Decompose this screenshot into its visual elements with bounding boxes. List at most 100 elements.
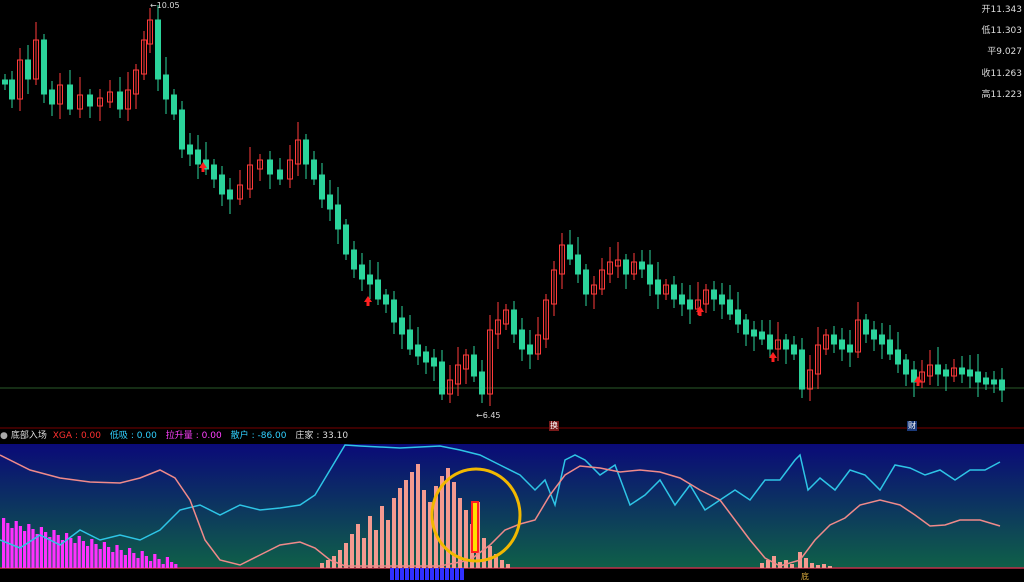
main-force-bar xyxy=(392,498,396,568)
lift-volume-bar xyxy=(39,527,43,568)
main-force-bar xyxy=(326,560,330,568)
candle-body xyxy=(839,339,845,350)
low-value: 11.303 xyxy=(990,26,1023,36)
candle-body xyxy=(511,309,517,335)
candle-body xyxy=(671,284,677,300)
lift-volume-bar xyxy=(98,549,102,568)
lift-volume-bar xyxy=(35,534,39,568)
main-force-bar xyxy=(386,520,390,568)
low-buy-bar xyxy=(405,568,409,580)
indicator-toggle-icon[interactable]: ● xyxy=(0,431,8,441)
low-buy-bar xyxy=(430,568,434,580)
candle-body xyxy=(751,329,757,337)
lift-volume-bar xyxy=(170,562,174,568)
lift-volume-bar xyxy=(136,558,140,568)
candle-body xyxy=(399,317,405,335)
lift-volume-bar xyxy=(6,523,10,568)
candle-body xyxy=(767,334,773,350)
candle-body xyxy=(687,299,693,310)
low-annotation: ←6.45 xyxy=(476,411,501,420)
candle-body xyxy=(25,59,31,80)
candle-body xyxy=(303,139,309,165)
candle-body xyxy=(327,194,333,210)
candle-body xyxy=(639,261,645,270)
candle-body xyxy=(975,371,981,383)
candle-body xyxy=(351,249,357,270)
candle-body xyxy=(367,274,373,285)
lift-volume-bar xyxy=(56,535,60,568)
lift-volume-bar xyxy=(119,550,123,568)
low-buy-bar xyxy=(455,568,459,580)
low-buy-bar xyxy=(440,568,444,580)
lift-volume-bar xyxy=(149,561,153,568)
price-panel xyxy=(0,5,1024,429)
high-value: 11.223 xyxy=(990,90,1023,100)
lift-volume-bar xyxy=(123,555,127,568)
candle-body xyxy=(227,189,233,200)
candle-body xyxy=(375,279,381,300)
high-label: 高 xyxy=(981,90,991,100)
main-force-bar xyxy=(362,538,366,568)
candle-body xyxy=(163,74,169,100)
lift-volume-bar xyxy=(31,529,35,568)
main-force-bar xyxy=(410,472,414,568)
candle-body xyxy=(647,264,653,285)
candle-body xyxy=(383,294,389,305)
main-force-bar xyxy=(422,490,426,568)
candle-body xyxy=(527,344,533,355)
main-force-bar xyxy=(416,464,420,568)
indicator-name[interactable]: 底部入场 xyxy=(11,431,47,441)
indicator-panel xyxy=(0,444,1024,580)
low-buy-bar xyxy=(400,568,404,580)
low-buy-bar xyxy=(390,568,394,580)
candle-body xyxy=(655,279,661,295)
main-force-bar xyxy=(398,488,402,568)
candle-body xyxy=(87,94,93,107)
main-force-bar xyxy=(766,560,770,568)
main-force-bar xyxy=(344,543,348,568)
main-force-bar xyxy=(500,560,504,568)
candle-body xyxy=(895,349,901,365)
candle-body xyxy=(983,377,989,385)
low-buy-bar xyxy=(395,568,399,580)
candle-body xyxy=(959,367,965,375)
main-force-bar xyxy=(320,563,324,568)
candle-body xyxy=(567,244,573,260)
candle-body xyxy=(847,344,853,353)
stock-chart[interactable] xyxy=(0,0,1024,582)
candle-body xyxy=(743,319,749,335)
candle-body xyxy=(583,269,589,295)
candle-body xyxy=(871,329,877,340)
candle-body xyxy=(759,331,765,340)
xga-item: XGA: 0.00 xyxy=(52,431,101,441)
low-buy-bar xyxy=(420,568,424,580)
candle-body xyxy=(179,109,185,150)
main-force-bar xyxy=(482,538,486,568)
candle-body xyxy=(171,94,177,115)
candle-body xyxy=(211,164,217,180)
indicator-header: ● 底部入场 XGA: 0.00 低吸: 0.00 拉升量: 0.00 散户: -… xyxy=(0,430,1024,442)
lift-volume-bar xyxy=(128,548,132,568)
lift-volume-bar xyxy=(165,557,169,568)
main-force-bar xyxy=(506,564,510,568)
dixi-item: 低吸: 0.00 xyxy=(109,431,157,441)
zhuangjia-item: 庄家: 33.10 xyxy=(295,431,349,441)
lift-volume-bar xyxy=(27,524,31,568)
indicator-background xyxy=(0,444,1024,568)
lift-volume-bar xyxy=(52,530,56,568)
candle-body xyxy=(311,159,317,180)
candle-body xyxy=(343,224,349,255)
lift-volume-bar xyxy=(81,541,85,568)
lift-volume-bar xyxy=(73,543,77,568)
candle-body xyxy=(195,149,201,165)
lift-volume-bar xyxy=(174,564,178,568)
candle-body xyxy=(67,84,73,110)
main-force-bar xyxy=(368,516,372,568)
lift-volume-bar xyxy=(65,533,69,568)
candle-body xyxy=(719,294,725,305)
main-force-bar xyxy=(828,566,832,568)
candle-body xyxy=(943,369,949,377)
candle-body xyxy=(735,309,741,325)
low-buy-bar xyxy=(435,568,439,580)
candle-body xyxy=(49,89,55,105)
